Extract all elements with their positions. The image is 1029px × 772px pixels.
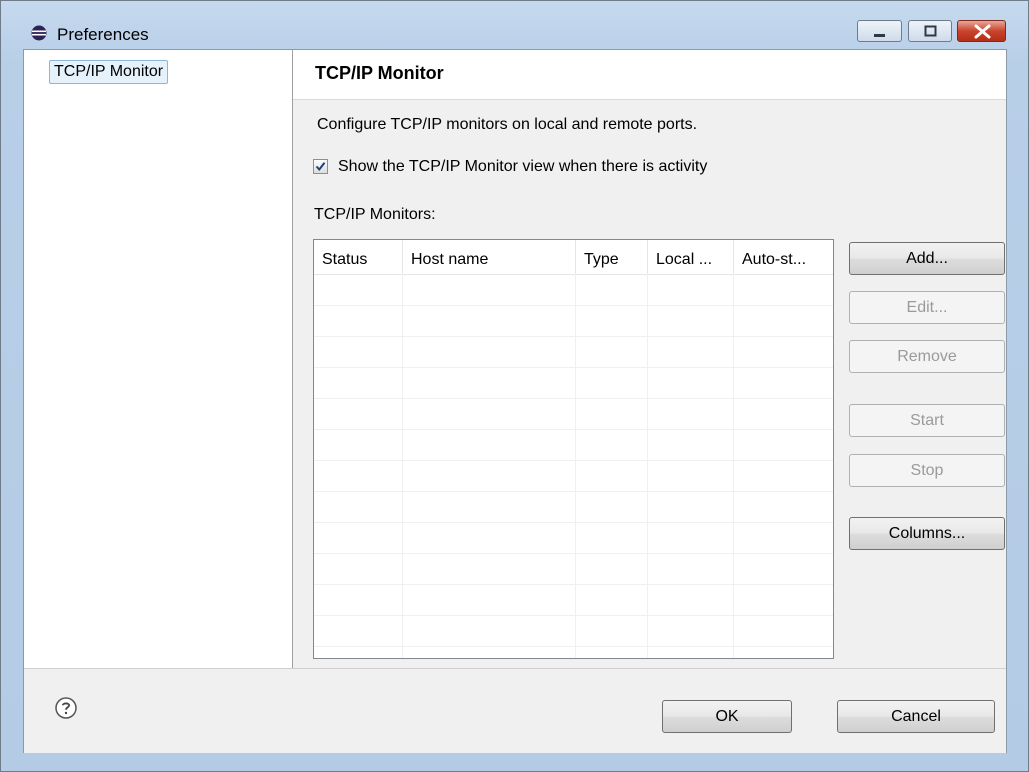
window-title: Preferences (57, 25, 149, 44)
table-row (314, 584, 833, 616)
preferences-window: Preferences TCP/IP Monitor TCP/IP Monito… (0, 0, 1029, 772)
dialog-footer: OK Cancel (24, 668, 1006, 753)
edit-button[interactable]: Edit... (849, 291, 1005, 324)
table-row (314, 615, 833, 647)
preference-page: TCP/IP Monitor Configure TCP/IP monitors… (293, 50, 1006, 668)
close-button[interactable] (957, 20, 1006, 42)
table-body (314, 274, 833, 658)
maximize-button[interactable] (908, 20, 952, 42)
column-header-type[interactable]: Type (576, 240, 648, 274)
checkmark-icon (315, 162, 326, 172)
tree-item-tcpip-monitor[interactable]: TCP/IP Monitor (49, 60, 169, 84)
monitors-label: TCP/IP Monitors: (314, 206, 436, 223)
show-view-checkbox-label[interactable]: Show the TCP/IP Monitor view when there … (338, 158, 707, 176)
table-row (314, 305, 833, 337)
column-header-status[interactable]: Status (314, 240, 403, 274)
table-row (314, 274, 833, 306)
table-row (314, 460, 833, 492)
show-view-checkbox[interactable] (313, 159, 328, 174)
column-divider (833, 274, 834, 659)
column-divider (733, 274, 734, 658)
remove-button[interactable]: Remove (849, 340, 1005, 373)
maximize-icon (924, 25, 937, 37)
ok-button[interactable]: OK (662, 700, 792, 733)
cancel-button[interactable]: Cancel (837, 700, 995, 733)
minimize-icon (874, 34, 885, 37)
table-row (314, 553, 833, 585)
page-description: Configure TCP/IP monitors on local and r… (317, 116, 698, 133)
table-row (314, 522, 833, 554)
preference-tree[interactable]: TCP/IP Monitor (24, 50, 293, 668)
add-button[interactable]: Add... (849, 242, 1005, 275)
eclipse-icon (31, 25, 47, 41)
column-divider (575, 274, 576, 658)
help-icon[interactable] (54, 696, 78, 720)
page-title: TCP/IP Monitor (315, 63, 444, 83)
close-icon (974, 24, 991, 39)
table-row (314, 398, 833, 430)
table-row (314, 491, 833, 523)
table-row (314, 367, 833, 399)
column-divider (647, 274, 648, 658)
start-button[interactable]: Start (849, 404, 1005, 437)
minimize-button[interactable] (857, 20, 902, 42)
monitors-table[interactable]: Status Host name Type Local ... Auto-st.… (313, 239, 834, 659)
table-header: Status Host name Type Local ... Auto-st.… (314, 240, 833, 275)
table-row (314, 429, 833, 461)
page-header: TCP/IP Monitor (293, 50, 1006, 100)
column-header-auto-start[interactable]: Auto-st... (734, 240, 833, 274)
column-divider (402, 274, 403, 658)
columns-button[interactable]: Columns... (849, 517, 1005, 550)
table-row (314, 646, 833, 658)
column-header-local-port[interactable]: Local ... (648, 240, 734, 274)
dialog-client-area: TCP/IP Monitor TCP/IP Monitor Configure … (23, 49, 1007, 753)
column-header-host-name[interactable]: Host name (403, 240, 576, 274)
stop-button[interactable]: Stop (849, 454, 1005, 487)
table-row (314, 336, 833, 368)
